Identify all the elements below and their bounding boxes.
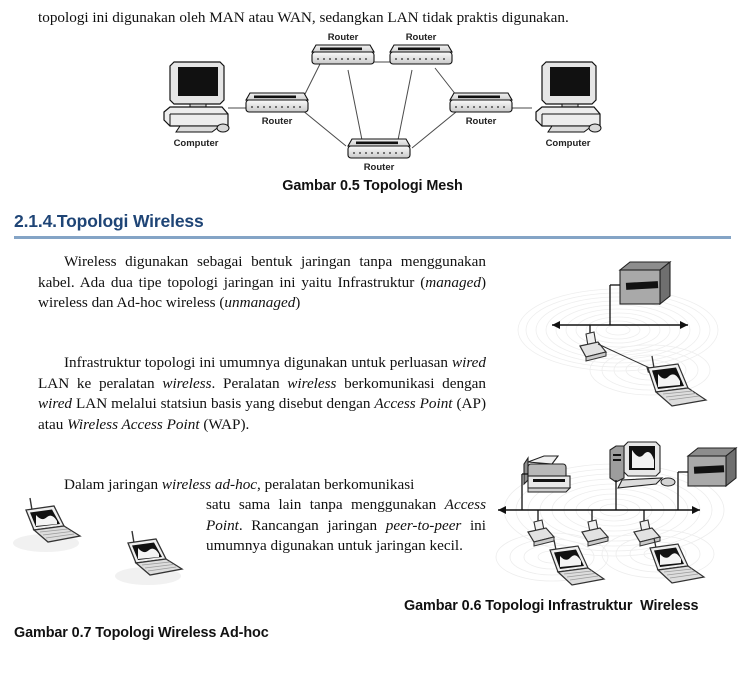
mesh-router-bottom: Router xyxy=(347,138,411,173)
desktop-computer-icon xyxy=(609,441,676,489)
mesh-router-top-right: Router xyxy=(389,32,453,65)
mesh-router-top-left: Router xyxy=(311,32,375,65)
mesh-router-left: Router xyxy=(245,92,309,127)
paragraph-infrastruktur: Infrastruktur topologi ini umumnya digun… xyxy=(38,354,487,433)
computer-label: Computer xyxy=(174,138,219,149)
inline-laptop-icon-1 xyxy=(8,494,88,556)
mesh-computer-left: Computer xyxy=(163,61,230,149)
paragraph-wireless-intro: Wireless digunakan sebagai bentuk jaring… xyxy=(38,253,486,312)
figure-adhoc-wireless xyxy=(492,432,742,597)
router-label: Router xyxy=(406,32,437,43)
access-point-icon-2 xyxy=(581,519,610,547)
mesh-computer-right: Computer xyxy=(535,61,602,149)
figure-infrastructure-wireless xyxy=(512,252,740,427)
paragraph-adhoc-line1: Dalam jaringan wireless ad-hoc, peralata… xyxy=(64,476,415,493)
printer-icon xyxy=(523,455,572,493)
access-point-icon-3 xyxy=(633,519,662,547)
access-point-icon-1 xyxy=(527,519,556,547)
mesh-router-right: Router xyxy=(449,92,513,127)
router-label: Router xyxy=(262,116,293,127)
router-label: Router xyxy=(328,32,359,43)
server-box xyxy=(618,260,672,306)
inline-laptop-icon-2 xyxy=(110,527,190,589)
computer-label: Computer xyxy=(546,138,591,149)
figure-mesh-topology: Router Router Router Router Router Compu… xyxy=(150,28,630,178)
section-heading-rule xyxy=(14,236,731,239)
figure-caption-infrastructure: Gambar 0.6 Topologi Infrastruktur Wirele… xyxy=(404,598,699,614)
section-heading-topologi-wireless: 2.1.4.Topologi Wireless xyxy=(14,211,204,231)
router-label: Router xyxy=(364,162,395,173)
laptop-icon-1 xyxy=(549,539,606,586)
figure-caption-mesh: Gambar 0.5 Topologi Mesh xyxy=(282,178,463,194)
page-top-paragraph-line: topologi ini digunakan oleh MAN atau WAN… xyxy=(38,9,569,26)
paragraph-adhoc-rest: satu sama lain tanpa menggunakan Access … xyxy=(206,496,486,555)
router-label: Router xyxy=(466,116,497,127)
server-box xyxy=(686,446,738,488)
figure-caption-adhoc: Gambar 0.7 Topologi Wireless Ad-hoc xyxy=(14,625,269,641)
wireless-waves xyxy=(517,288,719,396)
laptop-icon-2 xyxy=(649,537,706,584)
